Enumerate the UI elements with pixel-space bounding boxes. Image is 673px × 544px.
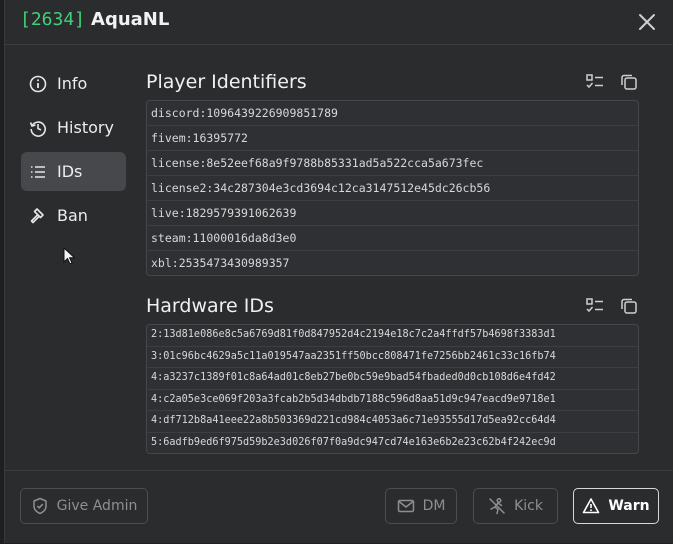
- tab-ban[interactable]: Ban: [21, 196, 126, 235]
- mouse-cursor-icon: [63, 246, 77, 271]
- dm-button[interactable]: DM: [385, 488, 457, 524]
- list-icon: [29, 163, 47, 181]
- identifier-row[interactable]: discord:1096439226909851789: [147, 101, 638, 126]
- dm-label: DM: [422, 498, 446, 514]
- checklist-icon[interactable]: [585, 296, 605, 316]
- tab-ban-label: Ban: [57, 206, 88, 225]
- copy-icon[interactable]: [619, 72, 639, 92]
- checklist-icon[interactable]: [585, 72, 605, 92]
- modal-header: [2634] AquaNL: [5, 0, 673, 45]
- tab-info-label: Info: [57, 74, 88, 93]
- player-modal: [2634] AquaNL Info History IDs Ban Playe…: [4, 0, 673, 543]
- identifier-row[interactable]: license:8e52eef68a9f9788b85331ad5a522cca…: [147, 151, 638, 176]
- info-icon: [29, 75, 47, 93]
- hwid-row[interactable]: 3:01c96bc4629a5c11a019547aa2351ff50bcc80…: [147, 347, 638, 368]
- shield-check-icon: [31, 497, 49, 515]
- hwid-row[interactable]: 2:13d81e086e8c5a6769d81f0d847952d4c2194e…: [147, 325, 638, 347]
- hardware-ids-section: Hardware IDs 2:13d81e086e8c5a6769d81f0d8…: [146, 292, 639, 454]
- close-icon[interactable]: [637, 12, 657, 32]
- tab-ids-label: IDs: [57, 162, 83, 181]
- hwid-row[interactable]: 5:6adfb9ed6f975d59b2e3d026f07f0a9dc947cd…: [147, 433, 638, 454]
- player-identifiers-section: Player Identifiers discord:1096439226909…: [146, 68, 639, 276]
- mail-icon: [397, 497, 415, 515]
- hardware-ids-list: 2:13d81e086e8c5a6769d81f0d847952d4c2194e…: [146, 324, 639, 454]
- give-admin-label: Give Admin: [56, 498, 138, 514]
- warning-icon: [582, 497, 600, 515]
- sidebar-nav: Info History IDs Ban: [21, 64, 126, 240]
- modal-title: [2634] AquaNL: [20, 9, 169, 30]
- hwid-row[interactable]: 4:c2a05e3ce069f203a3fcab2b5d34dbdb7188c5…: [147, 390, 638, 411]
- warn-label: Warn: [608, 498, 650, 514]
- identifier-row[interactable]: steam:11000016da8d3e0: [147, 226, 638, 251]
- hwid-row[interactable]: 4:df712b8a41eee22a8b503369d221cd984c4053…: [147, 411, 638, 433]
- tab-info[interactable]: Info: [21, 64, 126, 103]
- identifier-row[interactable]: live:1829579391062639: [147, 201, 638, 226]
- copy-icon[interactable]: [619, 296, 639, 316]
- give-admin-button[interactable]: Give Admin: [20, 488, 148, 524]
- identifier-row[interactable]: xbl:2535473430989357: [147, 251, 638, 275]
- player-identifiers-actions: [585, 72, 639, 92]
- modal-footer: Give Admin DM Kick Warn: [5, 470, 673, 544]
- warn-button[interactable]: Warn: [573, 488, 659, 524]
- hardware-ids-title: Hardware IDs: [146, 295, 274, 317]
- kick-icon: [488, 497, 506, 515]
- player-identifiers-title: Player Identifiers: [146, 71, 307, 93]
- identifier-row[interactable]: license2:34c287304e3cd3694c12ca3147512e4…: [147, 176, 638, 201]
- player-identifiers-list: discord:1096439226909851789 fivem:163957…: [146, 100, 639, 276]
- tab-ids[interactable]: IDs: [21, 152, 126, 191]
- gavel-icon: [29, 207, 47, 225]
- tab-history[interactable]: History: [21, 108, 126, 147]
- player-server-id: [2634]: [20, 9, 86, 30]
- history-icon: [29, 119, 47, 137]
- identifier-row[interactable]: fivem:16395772: [147, 126, 638, 151]
- kick-label: Kick: [514, 498, 543, 514]
- hwid-row[interactable]: 4:a3237c1389f01c8a64ad01c8eb27be0bc59e9b…: [147, 368, 638, 390]
- hardware-ids-actions: [585, 296, 639, 316]
- player-name: AquaNL: [91, 9, 170, 30]
- tab-history-label: History: [57, 118, 114, 137]
- kick-button[interactable]: Kick: [473, 488, 558, 524]
